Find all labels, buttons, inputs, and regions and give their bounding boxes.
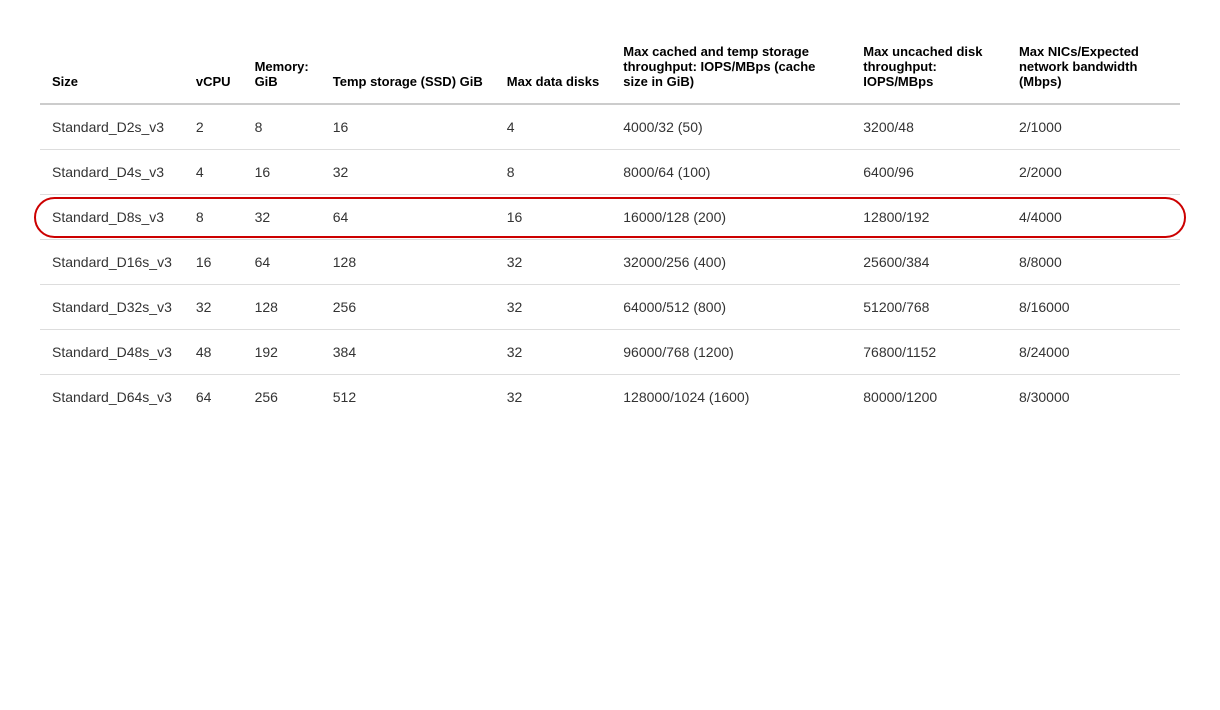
cell-temp_storage: 384	[321, 330, 495, 375]
cell-memory: 128	[243, 285, 321, 330]
cell-max_cached: 64000/512 (800)	[611, 285, 851, 330]
vm-sizes-table: SizevCPUMemory:GiBTemp storage (SSD) GiB…	[40, 30, 1180, 419]
cell-max_cached: 96000/768 (1200)	[611, 330, 851, 375]
cell-temp_storage: 512	[321, 375, 495, 420]
cell-max_data_disks: 16	[495, 195, 612, 240]
cell-max_uncached: 76800/1152	[851, 330, 1007, 375]
cell-max_data_disks: 4	[495, 104, 612, 150]
col-header-max_nics: Max NICs/Expected network bandwidth (Mbp…	[1007, 30, 1180, 104]
cell-max_uncached: 80000/1200	[851, 375, 1007, 420]
col-header-max_uncached: Max uncached disk throughput: IOPS/MBps	[851, 30, 1007, 104]
col-header-temp_storage: Temp storage (SSD) GiB	[321, 30, 495, 104]
cell-max_nics: 2/1000	[1007, 104, 1180, 150]
cell-vcpu: 64	[184, 375, 243, 420]
table-row: Standard_D32s_v3321282563264000/512 (800…	[40, 285, 1180, 330]
table-row: Standard_D8s_v3832641616000/128 (200)128…	[40, 195, 1180, 240]
cell-max_nics: 8/8000	[1007, 240, 1180, 285]
cell-vcpu: 8	[184, 195, 243, 240]
cell-size: Standard_D8s_v3	[40, 195, 184, 240]
cell-max_uncached: 3200/48	[851, 104, 1007, 150]
cell-vcpu: 4	[184, 150, 243, 195]
cell-temp_storage: 16	[321, 104, 495, 150]
cell-max_cached: 8000/64 (100)	[611, 150, 851, 195]
col-header-memory: Memory:GiB	[243, 30, 321, 104]
cell-size: Standard_D32s_v3	[40, 285, 184, 330]
cell-memory: 256	[243, 375, 321, 420]
cell-temp_storage: 64	[321, 195, 495, 240]
cell-max_uncached: 51200/768	[851, 285, 1007, 330]
cell-max_cached: 128000/1024 (1600)	[611, 375, 851, 420]
col-header-max_cached: Max cached and temp storage throughput: …	[611, 30, 851, 104]
cell-temp_storage: 256	[321, 285, 495, 330]
table-row: Standard_D4s_v34163288000/64 (100)6400/9…	[40, 150, 1180, 195]
cell-size: Standard_D2s_v3	[40, 104, 184, 150]
cell-memory: 16	[243, 150, 321, 195]
cell-max_uncached: 6400/96	[851, 150, 1007, 195]
cell-max_cached: 4000/32 (50)	[611, 104, 851, 150]
cell-max_data_disks: 32	[495, 375, 612, 420]
cell-temp_storage: 128	[321, 240, 495, 285]
cell-memory: 64	[243, 240, 321, 285]
cell-max_uncached: 12800/192	[851, 195, 1007, 240]
cell-max_nics: 4/4000	[1007, 195, 1180, 240]
cell-max_data_disks: 32	[495, 285, 612, 330]
cell-max_data_disks: 32	[495, 330, 612, 375]
cell-vcpu: 32	[184, 285, 243, 330]
table-container: SizevCPUMemory:GiBTemp storage (SSD) GiB…	[40, 30, 1180, 419]
table-header-row: SizevCPUMemory:GiBTemp storage (SSD) GiB…	[40, 30, 1180, 104]
col-header-size: Size	[40, 30, 184, 104]
cell-size: Standard_D64s_v3	[40, 375, 184, 420]
cell-max_cached: 16000/128 (200)	[611, 195, 851, 240]
table-row: Standard_D48s_v3481923843296000/768 (120…	[40, 330, 1180, 375]
cell-max_data_disks: 32	[495, 240, 612, 285]
table-row: Standard_D64s_v36425651232128000/1024 (1…	[40, 375, 1180, 420]
cell-max_nics: 8/16000	[1007, 285, 1180, 330]
cell-memory: 8	[243, 104, 321, 150]
col-header-max_data_disks: Max data disks	[495, 30, 612, 104]
cell-max_data_disks: 8	[495, 150, 612, 195]
cell-temp_storage: 32	[321, 150, 495, 195]
cell-max_nics: 8/30000	[1007, 375, 1180, 420]
cell-vcpu: 16	[184, 240, 243, 285]
table-row: Standard_D2s_v3281644000/32 (50)3200/482…	[40, 104, 1180, 150]
col-header-vcpu: vCPU	[184, 30, 243, 104]
cell-vcpu: 48	[184, 330, 243, 375]
cell-max_uncached: 25600/384	[851, 240, 1007, 285]
cell-max_nics: 8/24000	[1007, 330, 1180, 375]
cell-size: Standard_D4s_v3	[40, 150, 184, 195]
cell-max_cached: 32000/256 (400)	[611, 240, 851, 285]
cell-memory: 32	[243, 195, 321, 240]
table-row: Standard_D16s_v316641283232000/256 (400)…	[40, 240, 1180, 285]
cell-vcpu: 2	[184, 104, 243, 150]
cell-size: Standard_D16s_v3	[40, 240, 184, 285]
cell-max_nics: 2/2000	[1007, 150, 1180, 195]
cell-memory: 192	[243, 330, 321, 375]
cell-size: Standard_D48s_v3	[40, 330, 184, 375]
